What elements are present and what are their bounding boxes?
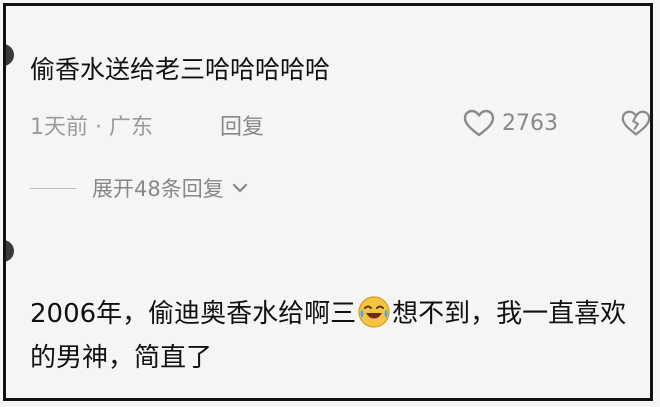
comment-meta-row: 1天前 · 广东 回复 2763: [30, 106, 650, 141]
chevron-down-icon: [232, 183, 247, 193]
broken-heart-icon: [621, 110, 650, 136]
avatar-edge: [6, 44, 14, 66]
screenshot-frame: 偷香水送给老三哈哈哈哈哈 1天前 · 广东 回复 2763 展开48条回复 20…: [3, 3, 653, 401]
divider-line: [30, 187, 76, 189]
dislike-button[interactable]: [620, 108, 650, 144]
reply-button[interactable]: 回复: [220, 109, 264, 141]
like-button[interactable]: 2763: [462, 106, 558, 140]
heart-outline-icon: [463, 109, 495, 137]
comment-text: 偷香水送给老三哈哈哈哈哈: [30, 55, 331, 84]
expand-replies-button[interactable]: 展开48条回复: [30, 173, 250, 203]
comment2-text-start: 2006年，偷迪奥香水给啊三: [30, 299, 357, 329]
avatar-edge: [6, 240, 14, 262]
like-count: 2763: [502, 110, 558, 136]
laughing-crying-emoji-icon: [358, 296, 390, 328]
comment-text-2: 2006年，偷迪奥香水给啊三 想不到，我一直喜欢的男神，简直了: [30, 292, 640, 380]
comment-time-location: 1天前 · 广东: [30, 115, 153, 140]
expand-replies-label: 展开48条回复: [92, 177, 224, 201]
